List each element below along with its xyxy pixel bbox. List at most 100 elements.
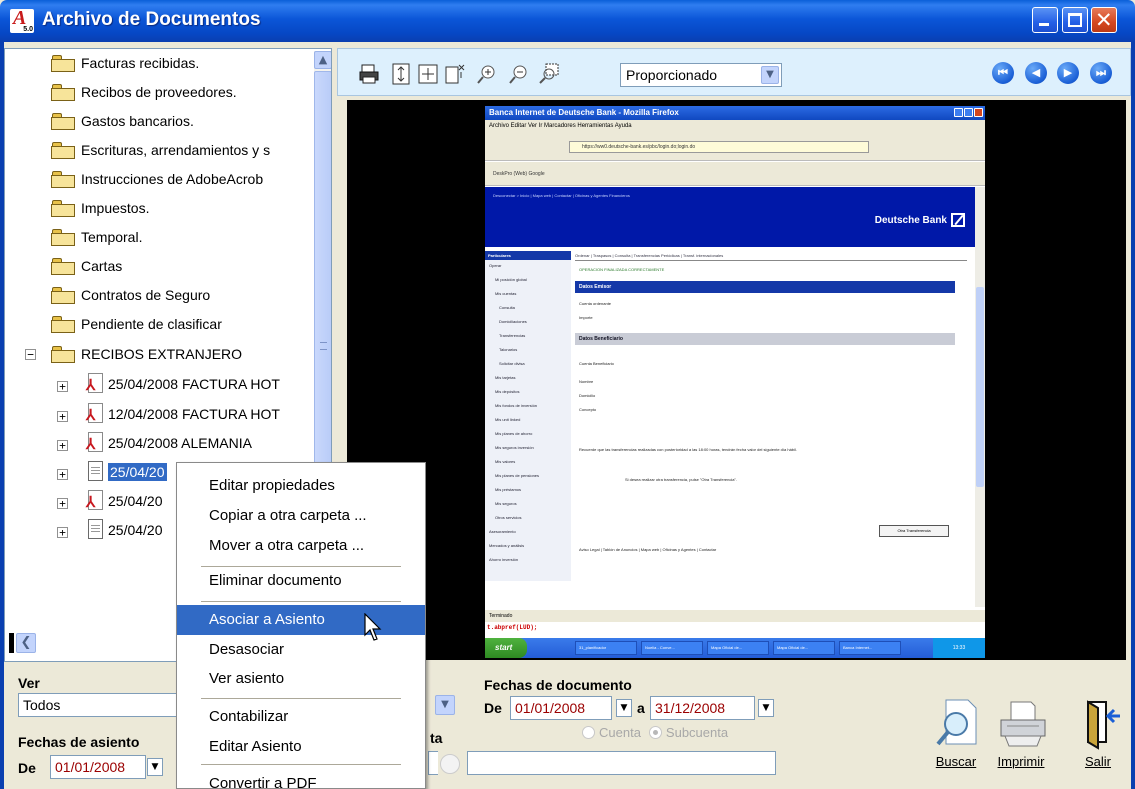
tree-folder[interactable]: Facturas recibidas. [51,51,199,75]
preview-sidebar-item: Solicitar divisa [499,361,525,366]
tree-document[interactable]: ⅄ 25/04/2008 FACTURA HOT [85,372,280,396]
mouse-cursor-icon [364,613,382,641]
collapse-expander[interactable]: − [25,349,36,360]
preview-sidebar-item: Mis planes de pensiones [495,473,540,478]
preview-task: Mapa Oficial de... [773,641,835,655]
menu-item-ver-asiento[interactable]: Ver asiento [177,664,425,694]
scrollbar-edge [9,633,14,653]
tree-document[interactable]: 25/04/20 [85,518,163,542]
tree-document[interactable]: ⅄ 12/04/2008 FACTURA HOT [85,402,280,426]
doc-desde-chevron-icon[interactable]: ▼ [616,699,632,717]
tree-item-label: Cartas [81,258,123,274]
preview-sidebar-item: Consulta [499,305,515,310]
title-bar[interactable]: A 5.0 Archivo de Documentos ✕ [0,0,1135,42]
menu-item-copiar-carpeta[interactable]: Copiar a otra carpeta ... [177,501,425,531]
tree-item-label: Temporal. [81,229,143,245]
folder-icon [51,83,75,101]
zoom-selection-icon[interactable] [538,63,560,85]
scroll-left-icon[interactable]: ❮ [16,633,36,653]
fechas-asiento-label: Fechas de asiento [18,734,140,750]
preview-sidebar-item: Mis depósitos [495,389,520,394]
expand-expander[interactable]: + [57,527,68,538]
asiento-desde-chevron-icon[interactable]: ▼ [147,758,163,776]
tree-folder[interactable]: Cartas [51,254,122,278]
tree-folder-expanded[interactable]: RECIBOS EXTRANJERO [51,342,242,366]
first-page-icon[interactable]: ⏮ [992,62,1014,84]
menu-item-editar-propiedades[interactable]: Editar propiedades [177,471,425,501]
preview-js-text: t.abpref(LUD); [487,624,538,631]
tree-folder[interactable]: Escrituras, arrendamientos y s [51,138,270,162]
asiento-desde-date[interactable]: 01/01/2008 [50,755,146,779]
tree-folder[interactable]: Instrucciones de AdobeAcrob [51,167,263,191]
preview-note: Recuerde que las transferencias realizad… [579,447,797,452]
preview-scrollbar [975,187,985,607]
folder-icon [51,315,75,333]
subcuenta-radio[interactable] [648,726,662,739]
chevron-down-icon[interactable]: ▼ [761,66,779,84]
preview-bookmarks: DeskPro (Web) Google [485,162,985,186]
preview-sidebar-item: Domiciliaciones [499,319,527,324]
expand-expander[interactable]: + [57,411,68,422]
previous-page-icon[interactable]: ◀ [1025,62,1047,84]
expand-expander[interactable]: + [57,469,68,480]
cuenta-radio[interactable] [582,726,595,739]
tree-document[interactable]: ⅄ 25/04/2008 ALEMANIA [85,431,252,455]
preview-sidebar-item: Ahorro inversión [489,557,519,562]
doc-hasta-chevron-icon[interactable]: ▼ [758,699,774,717]
menu-item-eliminar-documento[interactable]: Eliminar documento [177,566,425,596]
close-button[interactable]: ✕ [1091,7,1117,33]
tree-document-selected[interactable]: 25/04/20 [85,460,167,484]
menu-separator [201,698,401,699]
menu-item-editar-asiento[interactable]: Editar Asiento [177,732,425,762]
cuenta-description-input[interactable] [467,751,776,775]
salir-button[interactable]: Salir [1068,698,1128,769]
imprimir-button[interactable]: Imprimir [991,698,1051,769]
tree-folder[interactable]: Contratos de Seguro [51,283,210,307]
doc-desde-date[interactable]: 01/01/2008 [510,696,612,720]
ver-chevron-down-icon[interactable]: ▼ [435,695,455,715]
ver-select[interactable]: Todos [18,693,178,717]
next-page-icon[interactable]: ▶ [1057,62,1079,84]
fit-height-icon[interactable] [390,63,412,85]
scroll-up-icon[interactable]: ▲ [314,51,331,69]
cuenta-radio-group: Cuenta Subcuenta [582,725,728,740]
last-page-icon[interactable]: ⏭ [1090,62,1112,84]
preview-section-emisor: Datos Emisor [575,281,955,293]
ver-label: Ver [18,675,40,691]
print-icon[interactable] [358,63,380,85]
buscar-button[interactable]: Buscar [926,698,986,769]
expand-expander[interactable]: + [57,498,68,509]
tree-document[interactable]: ⅄ 25/04/20 [85,489,163,513]
menu-item-convertir-pdf[interactable]: Convertir a PDF [177,769,425,789]
tree-folder[interactable]: Impuestos. [51,196,149,220]
tree-folder[interactable]: Pendiente de clasificar [51,312,222,336]
menu-item-contabilizar[interactable]: Contabilizar [177,702,425,732]
zoom-in-icon[interactable] [476,63,498,85]
tree-folder[interactable]: Temporal. [51,225,142,249]
fit-page-icon[interactable] [417,63,439,85]
maximize-button[interactable] [1062,7,1088,33]
doc-hasta-date[interactable]: 31/12/2008 [650,696,755,720]
cuenta-code-input[interactable] [428,751,438,775]
tree-item-label: Gastos bancarios. [81,113,194,129]
tree-folder[interactable]: Recibos de proveedores. [51,80,237,104]
menu-separator [201,601,401,602]
search-account-icon[interactable] [440,754,460,774]
tree-folder[interactable]: Gastos bancarios. [51,109,194,133]
expand-expander[interactable]: + [57,381,68,392]
copy-page-icon[interactable] [444,63,466,85]
window-frame-right [1131,42,1135,789]
preview-bank-name: Deutsche Bank [874,214,947,226]
menu-item-desasociar[interactable]: Desasociar [177,635,425,665]
zoom-dropdown[interactable]: Proporcionado ▼ [620,63,782,87]
document-icon [85,460,105,484]
preview-sidebar-item: Mis fondos de inversión [495,403,538,408]
window-title: Archivo de Documentos [42,9,261,30]
preview-task: Mapa Oficial de... [707,641,769,655]
menu-item-mover-carpeta[interactable]: Mover a otra carpeta ... [177,531,425,561]
zoom-out-icon[interactable] [508,63,530,85]
menu-item-asociar-asiento[interactable]: Asociar a Asiento [177,605,425,635]
document-viewer[interactable]: Banca Internet de Deutsche Bank - Mozill… [347,100,1126,660]
expand-expander[interactable]: + [57,440,68,451]
minimize-button[interactable] [1032,7,1058,33]
